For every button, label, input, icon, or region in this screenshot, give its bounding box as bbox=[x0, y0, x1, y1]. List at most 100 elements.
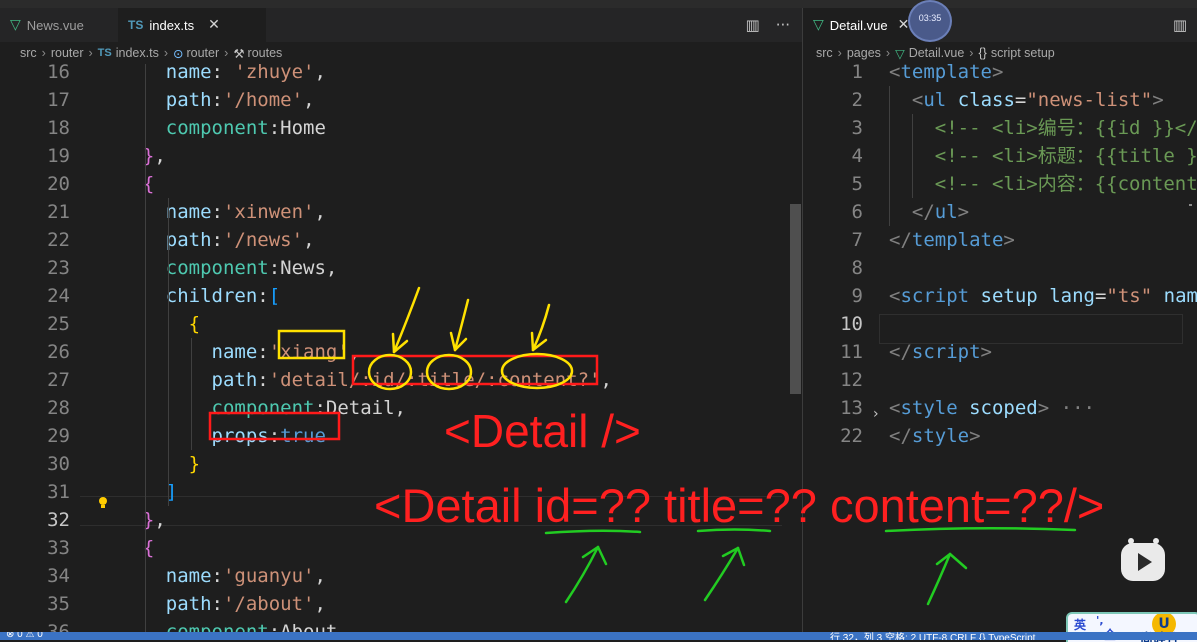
line-number: 13 bbox=[840, 397, 863, 419]
tab-detail-vue[interactable]: ▽ Detail.vue ✕ bbox=[803, 8, 923, 42]
annotation-detail-props: <Detail id=?? title=?? content=??/> bbox=[374, 479, 1105, 532]
code-line[interactable]: 18 component:Home bbox=[0, 114, 802, 142]
line-number: 19 bbox=[47, 145, 70, 167]
code-text: <!-- <li>编号：{{id }}</li> --> bbox=[934, 117, 1197, 139]
annotation-detail-tag: <Detail /> bbox=[444, 405, 641, 457]
split-editor-icon[interactable]: ▥ bbox=[746, 16, 760, 34]
tab-label: Detail.vue bbox=[829, 17, 888, 33]
code-line[interactable]: 30 } bbox=[0, 450, 802, 478]
code-line[interactable]: 7 </template> bbox=[803, 226, 1197, 254]
code-line[interactable]: 36 component:About bbox=[0, 618, 802, 632]
breadcrumb-symbol[interactable]: script setup bbox=[991, 46, 1055, 60]
code-line[interactable]: 11 </script> bbox=[803, 338, 1197, 366]
code-line[interactable]: 34 name:'guanyu', bbox=[0, 562, 802, 590]
indent-guide bbox=[191, 338, 192, 450]
code-line[interactable]: 21 name:'xinwen', bbox=[0, 198, 802, 226]
line-number: 28 bbox=[47, 397, 70, 419]
code-text: <ul class="news-list"> bbox=[911, 89, 1164, 111]
line-number: 16 bbox=[47, 64, 70, 83]
code-line[interactable]: 29 props:true bbox=[0, 422, 802, 450]
line-number: 6 bbox=[851, 201, 863, 223]
code-line[interactable]: 20 { bbox=[0, 170, 802, 198]
code-line[interactable]: 26 name:'xiang', bbox=[0, 338, 802, 366]
code-line[interactable]: 33 { bbox=[0, 534, 802, 562]
line-number: 2 bbox=[851, 89, 863, 111]
code-line[interactable]: 12 bbox=[803, 366, 1197, 394]
vertical-scrollbar[interactable] bbox=[1183, 64, 1197, 632]
code-text: { bbox=[142, 173, 155, 195]
code-line[interactable]: 22 </style> bbox=[803, 422, 1197, 450]
line-number: 26 bbox=[47, 341, 70, 363]
scrollbar-thumb[interactable] bbox=[790, 204, 801, 394]
code-line[interactable]: 22 path:'/news', bbox=[0, 226, 802, 254]
code-text: { bbox=[142, 537, 155, 559]
code-line[interactable]: 2 <ul class="news-list"> bbox=[803, 86, 1197, 114]
code-line[interactable]: 10 bbox=[803, 310, 1197, 338]
breadcrumb-member[interactable]: routes bbox=[248, 46, 283, 60]
more-actions-icon[interactable]: ··· bbox=[776, 16, 790, 34]
line-number: 17 bbox=[47, 89, 70, 111]
breadcrumb-file[interactable]: Detail.vue bbox=[909, 46, 965, 60]
line-number: 34 bbox=[47, 565, 70, 587]
breadcrumb-router[interactable]: router bbox=[51, 46, 84, 60]
code-line[interactable]: 6 </ul> bbox=[803, 198, 1197, 226]
line-number: 22 bbox=[47, 229, 70, 251]
code-line[interactable]: 35 path:'/about', bbox=[0, 590, 802, 618]
line-number: 10 bbox=[840, 313, 863, 335]
code-line[interactable]: 24 children:[ bbox=[0, 282, 802, 310]
editor-status[interactable]: 行 32，列 3 空格: 2 UTF-8 CRLF {} TypeScript bbox=[830, 632, 1035, 640]
code-line[interactable]: 19 }, bbox=[0, 142, 802, 170]
code-line[interactable]: 23 component:News, bbox=[0, 254, 802, 282]
chevron-right-icon: › bbox=[41, 46, 46, 60]
tab-news-vue[interactable]: ▽ News.vue bbox=[0, 8, 118, 42]
code-line[interactable]: 28 component:Detail, bbox=[0, 394, 802, 422]
vue-file-icon: ▽ bbox=[813, 17, 824, 33]
code-line[interactable]: 1 <template> bbox=[803, 64, 1197, 86]
breadcrumb-src[interactable]: src bbox=[816, 46, 833, 60]
tab-label: News.vue bbox=[26, 17, 84, 33]
vertical-scrollbar[interactable] bbox=[788, 64, 802, 632]
line-number: 9 bbox=[851, 285, 863, 307]
line-number: 22 bbox=[840, 425, 863, 447]
code-editor-index-ts[interactable]: 16 name: 'zhuye', 17 path:'/home', 18 comp… bbox=[0, 64, 802, 632]
code-text: </script> bbox=[889, 341, 992, 363]
line-number: 12 bbox=[840, 369, 863, 391]
line-number: 21 bbox=[47, 201, 70, 223]
problems-status[interactable]: ⊗ 0 ⚠ 0 bbox=[6, 632, 43, 640]
vue-file-icon: ▽ bbox=[895, 45, 905, 61]
line-number: 23 bbox=[47, 257, 70, 279]
breadcrumb-symbol[interactable]: router bbox=[186, 46, 219, 60]
code-line[interactable]: 27 path:'detail/:id/:title/:content?', bbox=[0, 366, 802, 394]
lightbulb-icon[interactable] bbox=[98, 497, 108, 509]
code-line[interactable]: 4 <!-- <li>标题：{{title }}</li> --> bbox=[803, 142, 1197, 170]
code-line[interactable]: 13 <style scoped> ··· bbox=[803, 394, 1197, 422]
tab-label: index.ts bbox=[149, 17, 195, 33]
code-line[interactable]: 17 path:'/home', bbox=[0, 86, 802, 114]
code-line[interactable]: 25 { bbox=[0, 310, 802, 338]
line-number: 20 bbox=[47, 173, 70, 195]
code-line[interactable]: 9 <script setup lang="ts" name bbox=[803, 282, 1197, 310]
code-text: </style> bbox=[889, 425, 981, 447]
chevron-right-icon: › bbox=[837, 46, 842, 60]
breadcrumb-file[interactable]: index.ts bbox=[116, 46, 159, 60]
code-text: name:'xinwen', bbox=[165, 201, 326, 223]
tab-index-ts[interactable]: TS index.ts ✕ bbox=[118, 8, 266, 42]
close-icon[interactable]: ✕ bbox=[208, 17, 220, 33]
scrollbar-marker bbox=[1189, 204, 1192, 206]
breadcrumb-pages[interactable]: pages bbox=[847, 46, 881, 60]
code-line[interactable]: 5 <!-- <li>内容：{{content }}</li> --> bbox=[803, 170, 1197, 198]
code-text: }, bbox=[142, 145, 166, 167]
code-line[interactable]: 3 <!-- <li>编号：{{id }}</li> --> bbox=[803, 114, 1197, 142]
chevron-right-icon: › bbox=[163, 46, 168, 60]
wrench-icon: ⚒ bbox=[233, 45, 245, 61]
code-text: props:true bbox=[211, 425, 326, 447]
code-line[interactable]: 8 bbox=[803, 254, 1197, 282]
code-text: name:'guanyu', bbox=[165, 565, 326, 587]
code-text: name: 'zhuye', bbox=[165, 64, 326, 83]
window-top-strip bbox=[0, 0, 1197, 8]
breadcrumb-src[interactable]: src bbox=[20, 46, 37, 60]
code-line[interactable]: 16 name: 'zhuye', bbox=[0, 64, 802, 86]
code-text: component:News, bbox=[165, 257, 338, 279]
code-editor-detail-vue[interactable]: › 1 <template> 2 <ul class="news-list"> 3 <… bbox=[803, 64, 1197, 632]
split-editor-icon[interactable]: ▥ bbox=[1173, 16, 1187, 34]
